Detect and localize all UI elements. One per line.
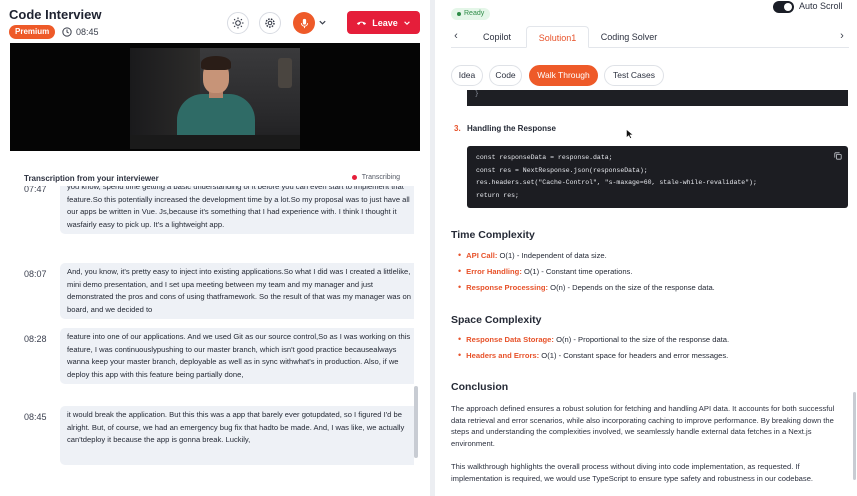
transcript-list[interactable]: 07:47 you know, spend time getting a bas… <box>10 186 414 486</box>
interviewer-video <box>10 43 420 151</box>
tab-code[interactable]: Code <box>489 65 522 86</box>
list-item: • Response Processing: O(n) - Depends on … <box>458 282 715 293</box>
tab-walk-through[interactable]: Walk Through <box>529 65 598 86</box>
space-complexity-heading: Space Complexity <box>451 314 542 326</box>
leave-label: Leave <box>372 17 398 28</box>
tab-copilot[interactable]: Copilot <box>473 26 521 48</box>
theme-toggle-button[interactable] <box>227 12 249 34</box>
microphone-icon <box>300 18 308 28</box>
microphone-button[interactable] <box>293 12 315 34</box>
transcribing-status: Transcribing <box>351 174 400 181</box>
copy-icon[interactable] <box>834 152 842 160</box>
conclusion-paragraph: The approach defined ensures a robust so… <box>451 404 835 448</box>
step-number: 3. <box>454 124 461 133</box>
list-item: • Headers and Errors: O(1) - Constant spa… <box>458 350 729 361</box>
list-item: • Error Handling: O(1) - Constant time op… <box>458 266 633 277</box>
gear-icon <box>265 18 275 28</box>
transcript-text: And, you know, it's pretty easy to injec… <box>60 263 414 319</box>
auto-scroll-toggle[interactable] <box>773 1 794 13</box>
time-complexity-heading: Time Complexity <box>451 229 535 241</box>
app-title: Code Interview <box>9 7 102 22</box>
clock-icon <box>62 27 72 37</box>
transcript-text: it would break the application. But this… <box>60 406 414 465</box>
transcript-text: you know, spend time getting a basic und… <box>60 186 414 234</box>
code-line: res.headers.set("Cache-Control", "s-maxa… <box>476 179 757 186</box>
transcript-time: 07:47 <box>24 186 47 194</box>
transcript-scrollbar[interactable] <box>414 386 418 458</box>
code-line: const res = NextResponse.json(responseDa… <box>476 166 648 174</box>
tab-solution1[interactable]: Solution1 <box>526 26 589 48</box>
mouse-cursor-icon <box>626 129 633 139</box>
code-line: return res; <box>476 191 519 199</box>
session-timer: 08:45 <box>62 25 99 39</box>
solution-tabs: ‹ Copilot Solution1 Coding Solver › <box>451 26 849 48</box>
list-item: • Response Data Storage: O(n) - Proportio… <box>458 334 730 345</box>
transcript-title: Transcription from your interviewer <box>24 174 159 183</box>
tab-idea[interactable]: Idea <box>451 65 483 86</box>
chevron-down-icon[interactable] <box>318 18 327 27</box>
leave-button[interactable]: Leave <box>347 11 420 34</box>
transcript-time: 08:45 <box>24 412 47 422</box>
transcript-panel: Transcription from your interviewer Tran… <box>10 166 420 496</box>
chevron-down-icon <box>403 20 410 25</box>
tab-test-cases[interactable]: Test Cases <box>604 65 664 86</box>
tabs-next-icon[interactable]: › <box>837 29 847 43</box>
status-badge: Ready <box>451 8 491 20</box>
conclusion-heading: Conclusion <box>451 381 509 393</box>
interview-panel: Code Interview Premium 08:45 Leave Trans… <box>0 0 430 496</box>
timer-value: 08:45 <box>76 27 99 37</box>
settings-button[interactable] <box>259 12 281 34</box>
phone-hangup-icon <box>357 21 367 25</box>
list-item: • API Call: O(1) - Independent of data si… <box>458 250 607 261</box>
tab-coding-solver[interactable]: Coding Solver <box>594 26 664 48</box>
sun-icon <box>232 17 244 29</box>
auto-scroll-label: Auto Scroll <box>799 1 843 11</box>
video-feed <box>130 48 300 149</box>
step-title: Handling the Response <box>467 124 556 133</box>
code-line: const responseData = response.data; <box>476 154 613 161</box>
copilot-panel: Ready Auto Scroll ‹ Copilot Solution1 Co… <box>435 0 857 496</box>
tabs-prev-icon[interactable]: ‹ <box>451 29 461 43</box>
previous-code-block: } <box>467 90 848 106</box>
transcript-time: 08:28 <box>24 334 47 344</box>
code-block: const responseData = response.data; cons… <box>467 146 848 208</box>
premium-badge: Premium <box>9 25 56 39</box>
conclusion-paragraph: This walkthrough highlights the overall … <box>451 462 814 483</box>
transcript-text: feature into one of our applications. An… <box>60 328 414 384</box>
recording-dot-icon <box>351 175 357 180</box>
copilot-scrollbar[interactable] <box>853 392 856 480</box>
transcript-time: 08:07 <box>24 269 47 279</box>
